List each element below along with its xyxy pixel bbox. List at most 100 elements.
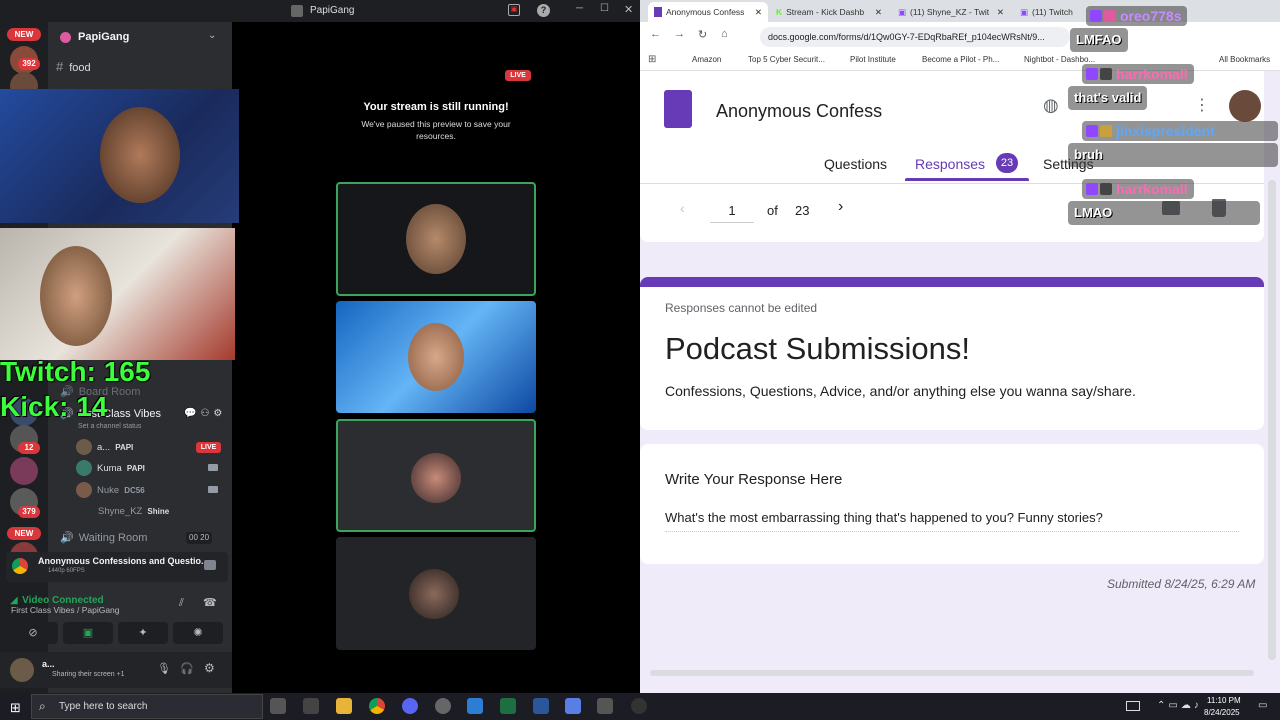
tab-forms[interactable]: Anonymous Confess ✕ [648, 2, 768, 22]
avatar[interactable] [10, 658, 34, 682]
prev-response-icon[interactable]: ‹ [680, 200, 685, 216]
reload-icon[interactable]: ↻ [698, 28, 707, 41]
gear-icon[interactable]: ⚙ [204, 661, 215, 675]
forms-icon [654, 7, 662, 17]
channel-food[interactable]: # food [56, 59, 91, 74]
close-icon[interactable]: ✕ [875, 7, 882, 18]
video-tile-1[interactable] [336, 182, 536, 296]
avatar [76, 482, 92, 498]
maximize-button[interactable]: ☐ [600, 3, 609, 14]
tray-icons[interactable]: ⌃▭☁♪ [1157, 700, 1202, 711]
twitch-icon: ▣ [1020, 6, 1029, 17]
task-view-icon[interactable] [270, 698, 286, 714]
bookmark-pilot-institute[interactable]: Pilot Institute [850, 55, 896, 64]
twitch-badge-icon [1086, 183, 1098, 195]
tab-questions[interactable]: Questions [824, 156, 887, 172]
stream-paused-subtitle: We've paused this preview to save your r… [361, 119, 511, 141]
more-icon[interactable]: ⋮ [1194, 95, 1210, 115]
stop-share-icon[interactable] [204, 560, 216, 570]
search-placeholder: Type here to search [59, 701, 148, 712]
channel-controls[interactable]: 💬⚇⚙ [184, 408, 226, 419]
palette-icon[interactable]: ◍ [1043, 95, 1059, 116]
app-icon-1[interactable] [303, 698, 319, 714]
bookmark-all[interactable]: All Bookmarks [1219, 55, 1270, 64]
activity-title: Anonymous Confessions and Questio... [38, 556, 209, 566]
mention-count: 12 [18, 442, 40, 454]
close-icon[interactable]: ✕ [755, 7, 762, 18]
home-icon[interactable]: ⌂ [721, 28, 728, 40]
voice-user-4[interactable]: Shyne_KZ Shine [98, 502, 169, 520]
bookmark-become-pilot[interactable]: Become a Pilot - Ph... [922, 55, 999, 64]
word-icon[interactable] [533, 698, 549, 714]
tab-kick[interactable]: K Stream - Kick Dashb ✕ [770, 2, 888, 22]
apps-icon[interactable]: ⊞ [648, 54, 656, 65]
server-icon-5[interactable] [10, 457, 38, 485]
answer-text: What's the most embarrassing thing that'… [665, 510, 1239, 532]
server-name: PapiGang [78, 31, 130, 43]
chat-message: LMAO [1068, 201, 1260, 225]
next-response-icon[interactable]: › [838, 198, 843, 216]
sub-badge-icon [1100, 68, 1112, 80]
voice-user-1[interactable]: a... PAPI [76, 438, 133, 456]
disconnect-icon[interactable]: ☎ [203, 596, 217, 609]
video-tile-3[interactable] [336, 419, 536, 532]
soundboard-button[interactable]: ✺ [173, 622, 223, 644]
back-icon[interactable]: ← [650, 28, 661, 40]
user-name: a... [42, 659, 55, 669]
file-explorer-icon[interactable] [336, 698, 352, 714]
user-limit: 00 20 [186, 532, 213, 544]
notification-icon[interactable]: ▭ [1258, 700, 1267, 711]
noise-suppression-icon[interactable]: ⫽ [179, 597, 184, 610]
response-index-input[interactable]: 1 [710, 203, 754, 223]
search-icon: ⌕ [39, 699, 46, 713]
taskbar-search[interactable]: ⌕ Type here to search [31, 694, 263, 719]
participant-video [408, 323, 464, 391]
headphones-icon[interactable]: 🎧 [180, 662, 194, 675]
chrome-icon[interactable] [369, 698, 385, 714]
server-header[interactable]: PapiGang ⌄ [48, 28, 232, 48]
bookmark-nightbot[interactable]: Nightbot - Dashbo... [1024, 55, 1095, 64]
twitch-badge-icon [1090, 10, 1102, 22]
clock-time[interactable]: 11:10 PM [1207, 696, 1241, 705]
activity-button[interactable]: ✦ [118, 622, 168, 644]
bookmark-amazon[interactable]: Amazon [692, 55, 721, 64]
help-icon[interactable]: ? [537, 4, 550, 17]
screen-share-button[interactable]: ▣ [63, 622, 113, 644]
excel-icon[interactable] [500, 698, 516, 714]
app-icon-3[interactable] [565, 698, 581, 714]
tab-twitch-shyne[interactable]: ▣ (11) Shyne_KZ - Twit ✕ [892, 2, 1010, 22]
app-icon-2[interactable] [467, 698, 483, 714]
scrollbar[interactable] [1268, 180, 1276, 660]
chat-username: oreo778s [1086, 6, 1188, 26]
tab-twitch[interactable]: ▣ (11) Twitch [1014, 2, 1084, 22]
channel-waiting-room[interactable]: 🔊 Waiting Room [60, 531, 147, 544]
forward-icon[interactable]: → [674, 28, 685, 40]
voice-user-3[interactable]: Nuke DC56 [76, 481, 145, 499]
close-icon[interactable]: ✕ [997, 7, 1004, 18]
webcam-overlay-1 [0, 89, 239, 223]
account-avatar[interactable] [1229, 90, 1261, 122]
video-tile-4[interactable] [336, 537, 536, 650]
inbox-icon[interactable]: ▣ [508, 4, 520, 16]
activity-panel[interactable]: Anonymous Confessions and Questio... 144… [6, 552, 228, 582]
settings-icon[interactable] [435, 698, 451, 714]
address-bar[interactable]: docs.google.com/forms/d/1Qw0GY-7-EDqRbaR… [760, 27, 1070, 47]
video-tile-2[interactable] [336, 301, 536, 413]
voice-user-2[interactable]: Kuma PAPI [76, 459, 145, 477]
clock-date[interactable]: 8/24/2025 [1204, 708, 1240, 717]
discord-app-icon[interactable] [402, 698, 418, 714]
horizontal-scrollbar[interactable] [650, 670, 1254, 676]
obs-icon[interactable] [631, 698, 647, 714]
mic-icon[interactable]: 🎙 [157, 662, 171, 675]
close-button[interactable]: ✕ [624, 3, 633, 16]
bookmark-cyber[interactable]: Top 5 Cyber Securit... [748, 55, 825, 64]
windows-start-icon[interactable]: ⊞ [10, 700, 21, 716]
form-title[interactable]: Anonymous Confess [716, 101, 882, 122]
app-icon-4[interactable] [597, 698, 613, 714]
keyboard-icon[interactable] [1126, 701, 1140, 711]
tab-responses[interactable]: Responses [915, 156, 985, 172]
minimize-button[interactable]: ─ [576, 3, 583, 14]
voice-channel[interactable]: First Class Vibes / PapiGang [11, 605, 120, 615]
camera-off-button[interactable]: ⊘ [8, 622, 58, 644]
set-status-link[interactable]: Set a channel status [78, 423, 141, 430]
